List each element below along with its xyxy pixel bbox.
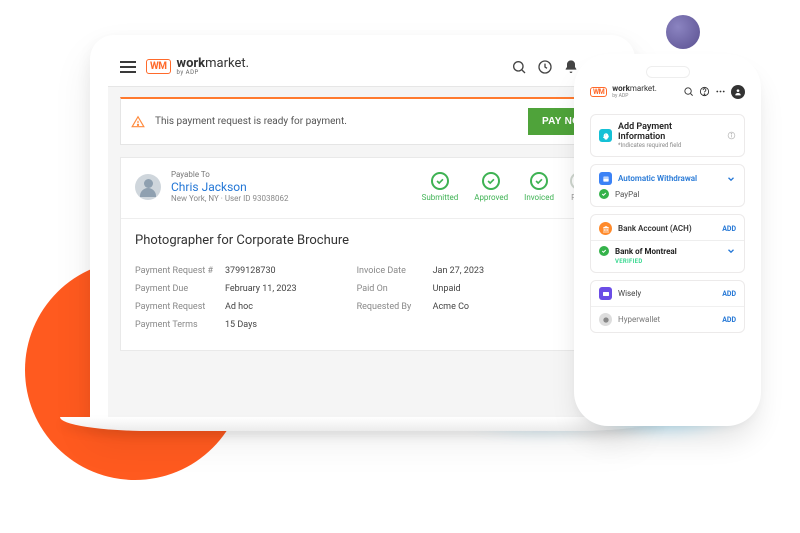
payee-meta: New York, NY · User ID 93038062 bbox=[171, 194, 288, 204]
laptop-screen: WM workmarket. by ADP This payment reque… bbox=[108, 47, 617, 420]
calendar-icon bbox=[599, 172, 612, 185]
chevron-down-icon bbox=[726, 174, 736, 184]
payee-name[interactable]: Chris Jackson bbox=[171, 180, 288, 194]
auto-withdrawal-title: Automatic Withdrawal bbox=[618, 174, 697, 183]
chevron-down-icon bbox=[726, 246, 736, 256]
phone-frame: WM workmarket.by ADP Add Payment Informa… bbox=[580, 60, 755, 420]
panel-title: Add Payment Information bbox=[618, 122, 721, 142]
auto-withdrawal-card[interactable]: Automatic Withdrawal PayPal bbox=[590, 164, 745, 207]
top-bar: WM workmarket. by ADP bbox=[108, 47, 617, 87]
payee-row: Payable To Chris Jackson New York, NY · … bbox=[121, 158, 604, 208]
warning-icon bbox=[131, 115, 145, 129]
auto-withdrawal-method: PayPal bbox=[615, 190, 639, 199]
payment-ready-banner: This payment request is ready for paymen… bbox=[120, 97, 605, 145]
method-wisely[interactable]: Wisely ADD bbox=[591, 281, 744, 306]
profile-icon[interactable] bbox=[731, 85, 745, 99]
logo-badge: WM bbox=[590, 87, 607, 97]
check-icon bbox=[599, 189, 609, 199]
laptop-frame: WM workmarket. by ADP This payment reque… bbox=[90, 35, 635, 420]
add-bank-button[interactable]: ADD bbox=[722, 225, 736, 233]
add-payment-header: Add Payment Information *Indicates requi… bbox=[590, 114, 745, 157]
method-label: Hyperwallet bbox=[618, 315, 660, 324]
piggy-bank-icon bbox=[599, 129, 612, 142]
payee-label: Payable To bbox=[171, 170, 288, 180]
details-right: Invoice DateJan 27, 2023 Paid OnUnpaid R… bbox=[357, 262, 484, 334]
method-label: Wisely bbox=[618, 289, 641, 298]
search-icon[interactable] bbox=[683, 86, 694, 97]
search-icon[interactable] bbox=[511, 59, 527, 75]
brand-logo[interactable]: WM workmarket. by ADP bbox=[146, 57, 249, 76]
check-icon bbox=[599, 246, 609, 256]
avatar bbox=[135, 174, 161, 200]
bell-icon[interactable] bbox=[563, 59, 579, 75]
menu-icon[interactable] bbox=[120, 61, 136, 73]
banner-text: This payment request is ready for paymen… bbox=[155, 116, 347, 127]
step-invoiced: Invoiced bbox=[524, 172, 554, 202]
panel-subtitle: *Indicates required field bbox=[618, 142, 721, 149]
other-methods-card: Wisely ADD Hyperwallet ADD bbox=[590, 280, 745, 333]
more-icon[interactable] bbox=[715, 86, 726, 97]
step-approved: Approved bbox=[474, 172, 508, 202]
details-grid: Payment Request #3799128730 Payment DueF… bbox=[121, 256, 604, 350]
payment-card: Payable To Chris Jackson New York, NY · … bbox=[120, 157, 605, 351]
logo-text: workmarket. by ADP bbox=[177, 57, 250, 76]
activity-icon[interactable] bbox=[537, 59, 553, 75]
add-button[interactable]: ADD bbox=[722, 316, 736, 324]
wisely-icon bbox=[599, 287, 612, 300]
info-icon[interactable] bbox=[727, 131, 736, 140]
phone-top-bar: WM workmarket.by ADP bbox=[590, 82, 745, 107]
verified-badge: VERIFIED bbox=[615, 258, 736, 265]
status-stepper: Submitted Approved Invoiced Paid bbox=[422, 172, 590, 202]
hyperwallet-icon bbox=[599, 313, 612, 326]
method-hyperwallet[interactable]: Hyperwallet ADD bbox=[591, 306, 744, 332]
logo-badge: WM bbox=[146, 59, 171, 74]
bank-icon bbox=[599, 222, 612, 235]
help-icon[interactable] bbox=[699, 86, 710, 97]
bank-item[interactable]: Bank of Montreal bbox=[599, 246, 736, 256]
laptop-base bbox=[60, 417, 665, 431]
assignment-title[interactable]: Photographer for Corporate Brochure bbox=[121, 218, 604, 256]
decorative-purple-circle bbox=[666, 15, 700, 49]
bank-section-title: Bank Account (ACH) bbox=[618, 224, 692, 233]
step-submitted: Submitted bbox=[422, 172, 459, 202]
details-left: Payment Request #3799128730 Payment DueF… bbox=[135, 262, 297, 334]
bank-name: Bank of Montreal bbox=[615, 247, 677, 256]
add-button[interactable]: ADD bbox=[722, 290, 736, 298]
bank-account-card: Bank Account (ACH) ADD Bank of Montreal … bbox=[590, 214, 745, 273]
logo-text: workmarket.by ADP bbox=[612, 84, 657, 99]
